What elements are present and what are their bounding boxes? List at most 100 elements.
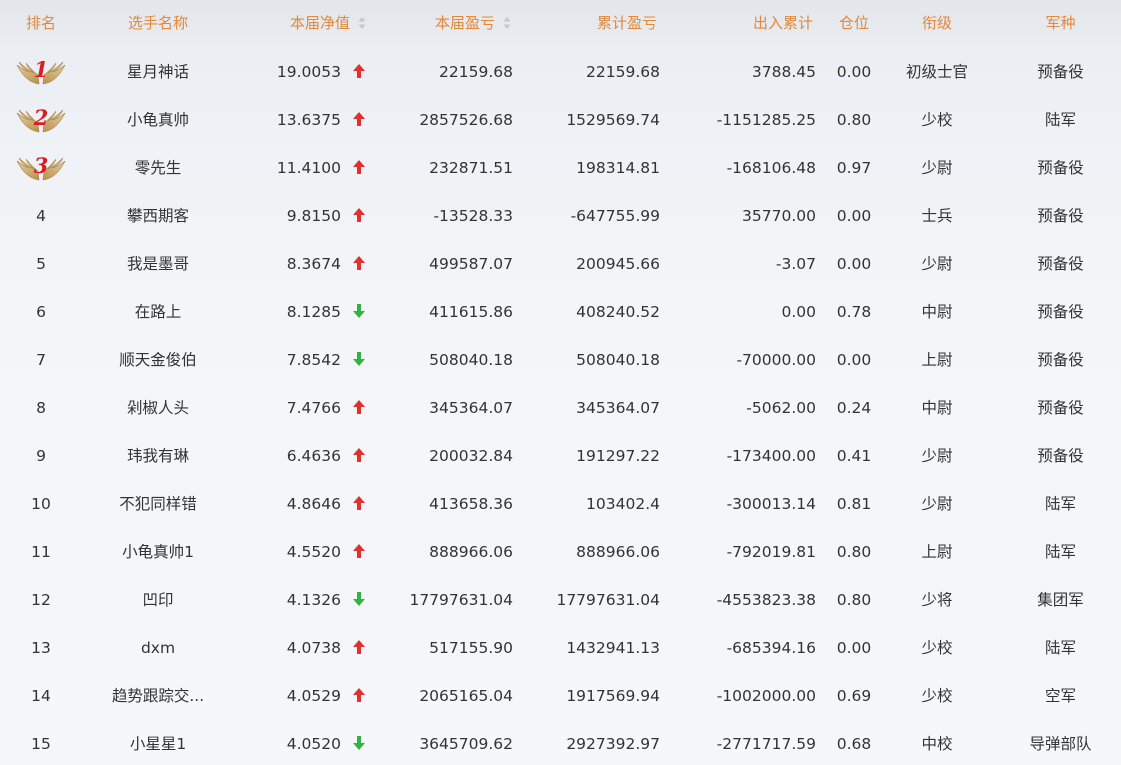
- nav-value: 19.0053: [276, 63, 341, 81]
- player-name[interactable]: 小龟真帅: [82, 96, 234, 144]
- table-row[interactable]: 10 不犯同样错 4.8646 413658.36 103402.4 -300013.14…: [0, 480, 1121, 528]
- table-row[interactable]: 7 顺天金俊伯 7.8542 508040.18 508040.18 -70000.00 0…: [0, 336, 1121, 384]
- table-row[interactable]: 1 星月神话 19.0053 22159.68 22159.68 3788.45 0.00 初…: [0, 48, 1121, 96]
- player-name[interactable]: 星月神话: [82, 48, 234, 96]
- branch-value: 预备役: [1037, 255, 1084, 273]
- rank-cell: 8: [36, 399, 46, 417]
- nav-value: 11.4100: [276, 159, 341, 177]
- flow-value: -1151285.25: [716, 111, 816, 129]
- sort-icon[interactable]: [358, 16, 366, 30]
- branch-value: 空军: [1044, 687, 1076, 705]
- branch-value: 预备役: [1037, 303, 1084, 321]
- current-pl-value: 2065165.04: [419, 687, 513, 705]
- table-row[interactable]: 8 剁椒人头 7.4766 345364.07 345364.07 -5062.00 0.2…: [0, 384, 1121, 432]
- table-row[interactable]: 11 小龟真帅1 4.5520 888966.06 888966.06 -792019.8…: [0, 528, 1121, 576]
- player-name[interactable]: 不犯同样错: [82, 480, 234, 528]
- table-row[interactable]: 5 我是墨哥 8.3674 499587.07 200945.66 -3.07 0.00 少尉…: [0, 240, 1121, 288]
- header-current-pl-sortable[interactable]: 本届盈亏: [370, 0, 511, 46]
- player-name[interactable]: 小星星1: [82, 720, 234, 765]
- table-row[interactable]: 12 凹印 4.1326 17797631.04 17797631.04 -4553823…: [0, 576, 1121, 624]
- player-name[interactable]: 零先生: [82, 144, 234, 192]
- rank-cell: 5: [36, 255, 46, 273]
- nav-value: 4.0529: [286, 687, 341, 705]
- trend-cell: [348, 144, 370, 192]
- table-row[interactable]: 13 dxm 4.0738 517155.90 1432941.13 -685394.16…: [0, 624, 1121, 672]
- current-pl-value: 17797631.04: [409, 591, 513, 609]
- nav-value: 8.3674: [286, 255, 341, 273]
- table-row[interactable]: 15 小星星1 4.0520 3645709.62 2927392.97 -2771717…: [0, 720, 1121, 765]
- title-value: 上尉: [921, 351, 953, 369]
- nav-value: 4.0520: [286, 735, 341, 753]
- player-name[interactable]: 在路上: [82, 288, 234, 336]
- header-cumulative-pl: 累计盈亏: [596, 14, 657, 32]
- title-value: 少尉: [921, 255, 953, 273]
- branch-value: 导弹部队: [1029, 735, 1092, 753]
- title-value: 少尉: [921, 159, 953, 177]
- header-flow: 出入累计: [752, 14, 813, 32]
- flow-value: -685394.16: [726, 639, 816, 657]
- cumulative-pl-value: 1917569.94: [566, 687, 660, 705]
- current-pl-value: 411615.86: [429, 303, 513, 321]
- arrow-up-icon: [353, 543, 365, 558]
- position-value: 0.00: [836, 207, 872, 225]
- header-title: 衔级: [921, 14, 952, 32]
- header-rank: 排名: [25, 14, 56, 32]
- player-name[interactable]: 趋势跟踪交...: [82, 672, 234, 720]
- position-value: 0.80: [836, 543, 872, 561]
- cumulative-pl-value: 1432941.13: [566, 639, 660, 657]
- trend-cell: [348, 480, 370, 528]
- medal-badge: 2: [14, 105, 68, 135]
- sort-icon[interactable]: [503, 16, 511, 30]
- table-row[interactable]: 4 攀西期客 9.8150 -13528.33 -647755.99 35770.00 0.…: [0, 192, 1121, 240]
- cumulative-pl-value: 103402.4: [586, 495, 660, 513]
- trend-cell: [348, 624, 370, 672]
- player-name[interactable]: dxm: [82, 624, 234, 672]
- trend-cell: [348, 720, 370, 765]
- cumulative-pl-value: 1529569.74: [566, 111, 660, 129]
- title-value: 中尉: [921, 399, 953, 417]
- player-name[interactable]: 顺天金俊伯: [82, 336, 234, 384]
- nav-value: 4.0738: [286, 639, 341, 657]
- current-pl-value: 200032.84: [429, 447, 513, 465]
- title-value: 中校: [921, 735, 953, 753]
- table-row[interactable]: 3 零先生 11.4100 232871.51 198314.81 -168106.48 0…: [0, 144, 1121, 192]
- table-row[interactable]: 6 在路上 8.1285 411615.86 408240.52 0.00 0.78 中尉 预备…: [0, 288, 1121, 336]
- title-value: 上尉: [921, 543, 953, 561]
- player-name[interactable]: 玮我有琳: [82, 432, 234, 480]
- flow-value: -792019.81: [726, 543, 816, 561]
- table-row[interactable]: 9 玮我有琳 6.4636 200032.84 191297.22 -173400.00 0…: [0, 432, 1121, 480]
- cumulative-pl-value: 408240.52: [576, 303, 660, 321]
- player-name[interactable]: 剁椒人头: [82, 384, 234, 432]
- trend-cell: [348, 336, 370, 384]
- table-row[interactable]: 14 趋势跟踪交... 4.0529 2065165.04 1917569.94 -100…: [0, 672, 1121, 720]
- title-value: 少校: [921, 111, 953, 129]
- trend-cell: [348, 576, 370, 624]
- medal-rank-number: 1: [33, 57, 49, 82]
- flow-value: -2771717.59: [716, 735, 816, 753]
- current-pl-value: 888966.06: [429, 543, 513, 561]
- branch-value: 陆军: [1044, 543, 1076, 561]
- header-nav-sortable[interactable]: 本届净值: [234, 0, 366, 46]
- branch-value: 预备役: [1037, 399, 1084, 417]
- title-value: 少尉: [921, 447, 953, 465]
- branch-value: 陆军: [1044, 111, 1076, 129]
- position-value: 0.81: [836, 495, 872, 513]
- title-value: 少尉: [921, 495, 953, 513]
- rank-cell: 12: [31, 591, 51, 609]
- flow-value: 35770.00: [742, 207, 816, 225]
- table-header: 排名 选手名称 本届净值 本届盈亏 累计盈亏 出入累计 仓位 衔级 军种: [0, 0, 1121, 46]
- player-name[interactable]: 我是墨哥: [82, 240, 234, 288]
- player-name[interactable]: 凹印: [82, 576, 234, 624]
- position-value: 0.97: [836, 159, 872, 177]
- rank-cell: 11: [31, 543, 51, 561]
- trend-cell: [348, 672, 370, 720]
- table-row[interactable]: 2 小龟真帅 13.6375 2857526.68 1529569.74 -1151285…: [0, 96, 1121, 144]
- branch-value: 陆军: [1044, 639, 1076, 657]
- player-name[interactable]: 攀西期客: [82, 192, 234, 240]
- nav-value: 4.8646: [286, 495, 341, 513]
- branch-value: 预备役: [1037, 159, 1084, 177]
- player-name[interactable]: 小龟真帅1: [82, 528, 234, 576]
- branch-value: 陆军: [1044, 495, 1076, 513]
- arrow-up-icon: [353, 111, 365, 126]
- rank-cell: 13: [31, 639, 51, 657]
